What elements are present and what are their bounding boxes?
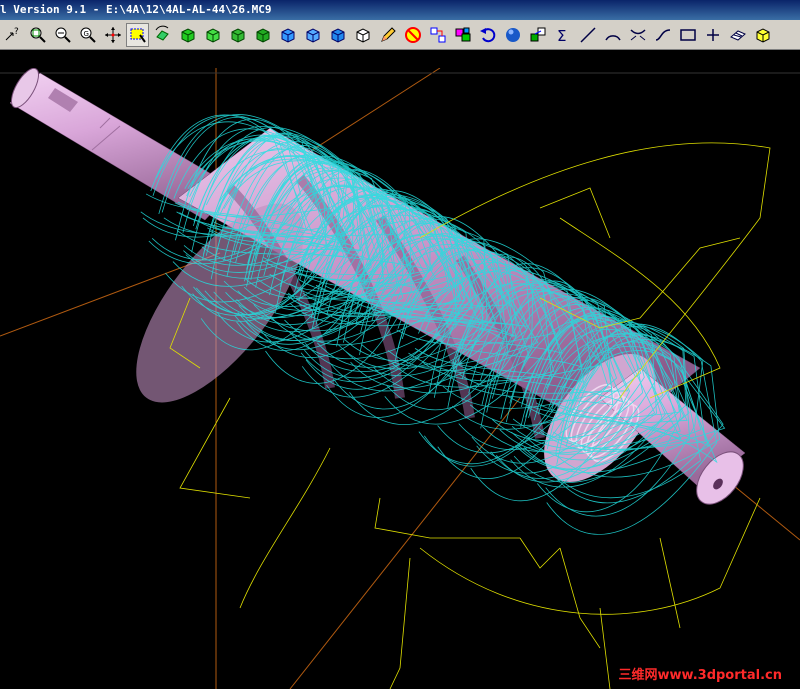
toolbar-button-zoom-out[interactable] bbox=[51, 23, 74, 47]
view-front-icon bbox=[206, 27, 219, 43]
view-side-icon bbox=[231, 27, 244, 43]
pan-icon bbox=[104, 26, 121, 43]
toolbar-button-transform[interactable] bbox=[526, 23, 549, 47]
group-icon bbox=[455, 27, 470, 41]
arc-icon bbox=[604, 34, 621, 40]
axis-line-lower bbox=[289, 397, 521, 689]
boundary-curve-11 bbox=[659, 537, 681, 629]
toolbar-button-line[interactable] bbox=[576, 23, 599, 47]
svg-text:Σ: Σ bbox=[557, 27, 566, 45]
boundary-curve-14 bbox=[519, 537, 561, 569]
toolbar-button-solid-yellow[interactable] bbox=[751, 23, 774, 47]
window-title: l Version 9.1 - E:\4A\12\4AL-AL-44\26.MC… bbox=[0, 3, 272, 16]
toolbar-button-view-front[interactable] bbox=[201, 23, 224, 47]
zoom-out-icon bbox=[55, 27, 71, 43]
toolbar-button-zoom-fit[interactable]: G bbox=[76, 23, 99, 47]
no-circle-icon bbox=[404, 26, 421, 43]
undo-icon bbox=[479, 27, 495, 42]
toolbar-button-cube-outline[interactable] bbox=[351, 23, 374, 47]
boundary-curve-8 bbox=[374, 497, 520, 539]
boundary-curve-10 bbox=[559, 547, 601, 649]
help-arrow-icon: ? bbox=[5, 27, 19, 40]
graphics-header-strip bbox=[0, 50, 800, 68]
main-toolbar: ? G Σ bbox=[0, 20, 800, 50]
dynamic-rotate-icon bbox=[155, 25, 169, 41]
toolbar-button-view-top[interactable] bbox=[176, 23, 199, 47]
toolbar-button-view-side[interactable] bbox=[226, 23, 249, 47]
graphics-viewport[interactable]: 三维网www.3dportal.cn bbox=[0, 68, 800, 689]
toolbar-button-shade-sphere[interactable] bbox=[501, 23, 524, 47]
toolbar-button-dynamic-rotate[interactable] bbox=[151, 23, 174, 47]
toolbar-button-sigma[interactable]: Σ bbox=[551, 23, 574, 47]
watermark: 三维网www.3dportal.cn bbox=[618, 668, 782, 683]
toolbar-button-toolpath[interactable] bbox=[426, 23, 449, 47]
axis-line-top bbox=[299, 68, 441, 159]
fillet-icon bbox=[629, 28, 646, 40]
cube-blue-3-icon bbox=[331, 27, 344, 43]
toolbar-button-fillet[interactable] bbox=[626, 23, 649, 47]
point-plus-icon bbox=[706, 28, 719, 41]
spline-icon bbox=[655, 28, 670, 41]
boundary-curve-6 bbox=[179, 397, 251, 499]
toolbar-button-zoom-window[interactable] bbox=[26, 23, 49, 47]
toolbar-button-pan[interactable] bbox=[101, 23, 124, 47]
toolbar-button-cube-blue-3[interactable] bbox=[326, 23, 349, 47]
toolbar-button-view-iso[interactable] bbox=[251, 23, 274, 47]
solid-yellow-icon bbox=[756, 27, 769, 43]
toolbar-button-point-plus[interactable] bbox=[701, 23, 724, 47]
toolbar-button-help-arrow[interactable]: ? bbox=[1, 23, 24, 47]
rectangle-icon bbox=[679, 28, 696, 41]
pencil-icon bbox=[380, 26, 396, 42]
boundary-curve-2 bbox=[539, 187, 611, 239]
view-top-icon bbox=[181, 27, 194, 43]
toolbar-button-rectangle[interactable] bbox=[676, 23, 699, 47]
surface-icon bbox=[729, 29, 746, 41]
toolbar-button-arc[interactable] bbox=[601, 23, 624, 47]
toolbar-button-select-window[interactable] bbox=[126, 22, 149, 47]
view-iso-icon bbox=[256, 27, 269, 43]
toolbar-button-undo[interactable] bbox=[476, 23, 499, 47]
shade-sphere-icon bbox=[505, 27, 520, 42]
cube-outline-icon bbox=[356, 27, 369, 43]
zoom-window-icon bbox=[30, 27, 46, 43]
toolbar-button-pencil[interactable] bbox=[376, 23, 399, 47]
line-icon bbox=[579, 26, 596, 43]
title-bar: l Version 9.1 - E:\4A\12\4AL-AL-44\26.MC… bbox=[0, 0, 800, 20]
transform-icon bbox=[530, 27, 545, 41]
toolbar-button-surface[interactable] bbox=[726, 23, 749, 47]
cube-blue-2-icon bbox=[306, 27, 319, 43]
sigma-icon: Σ bbox=[557, 27, 566, 45]
toolpath-icon bbox=[430, 27, 445, 42]
toolbar-button-spline[interactable] bbox=[651, 23, 674, 47]
select-window-icon bbox=[130, 28, 146, 43]
toolbar-button-cube-blue-2[interactable] bbox=[301, 23, 324, 47]
svg-text:?: ? bbox=[14, 27, 19, 37]
cad-scene bbox=[0, 68, 800, 689]
boundary-curve-12 bbox=[389, 557, 411, 689]
boundary-curve-13 bbox=[599, 607, 611, 689]
cube-blue-1-icon bbox=[281, 27, 294, 43]
svg-text:G: G bbox=[83, 30, 88, 38]
toolbar-button-cube-blue-1[interactable] bbox=[276, 23, 299, 47]
toolbar-button-no-circle[interactable] bbox=[401, 23, 424, 47]
toolbar-button-group[interactable] bbox=[451, 23, 474, 47]
boundary-curve-7 bbox=[239, 447, 331, 609]
zoom-fit-icon: G bbox=[80, 27, 96, 43]
